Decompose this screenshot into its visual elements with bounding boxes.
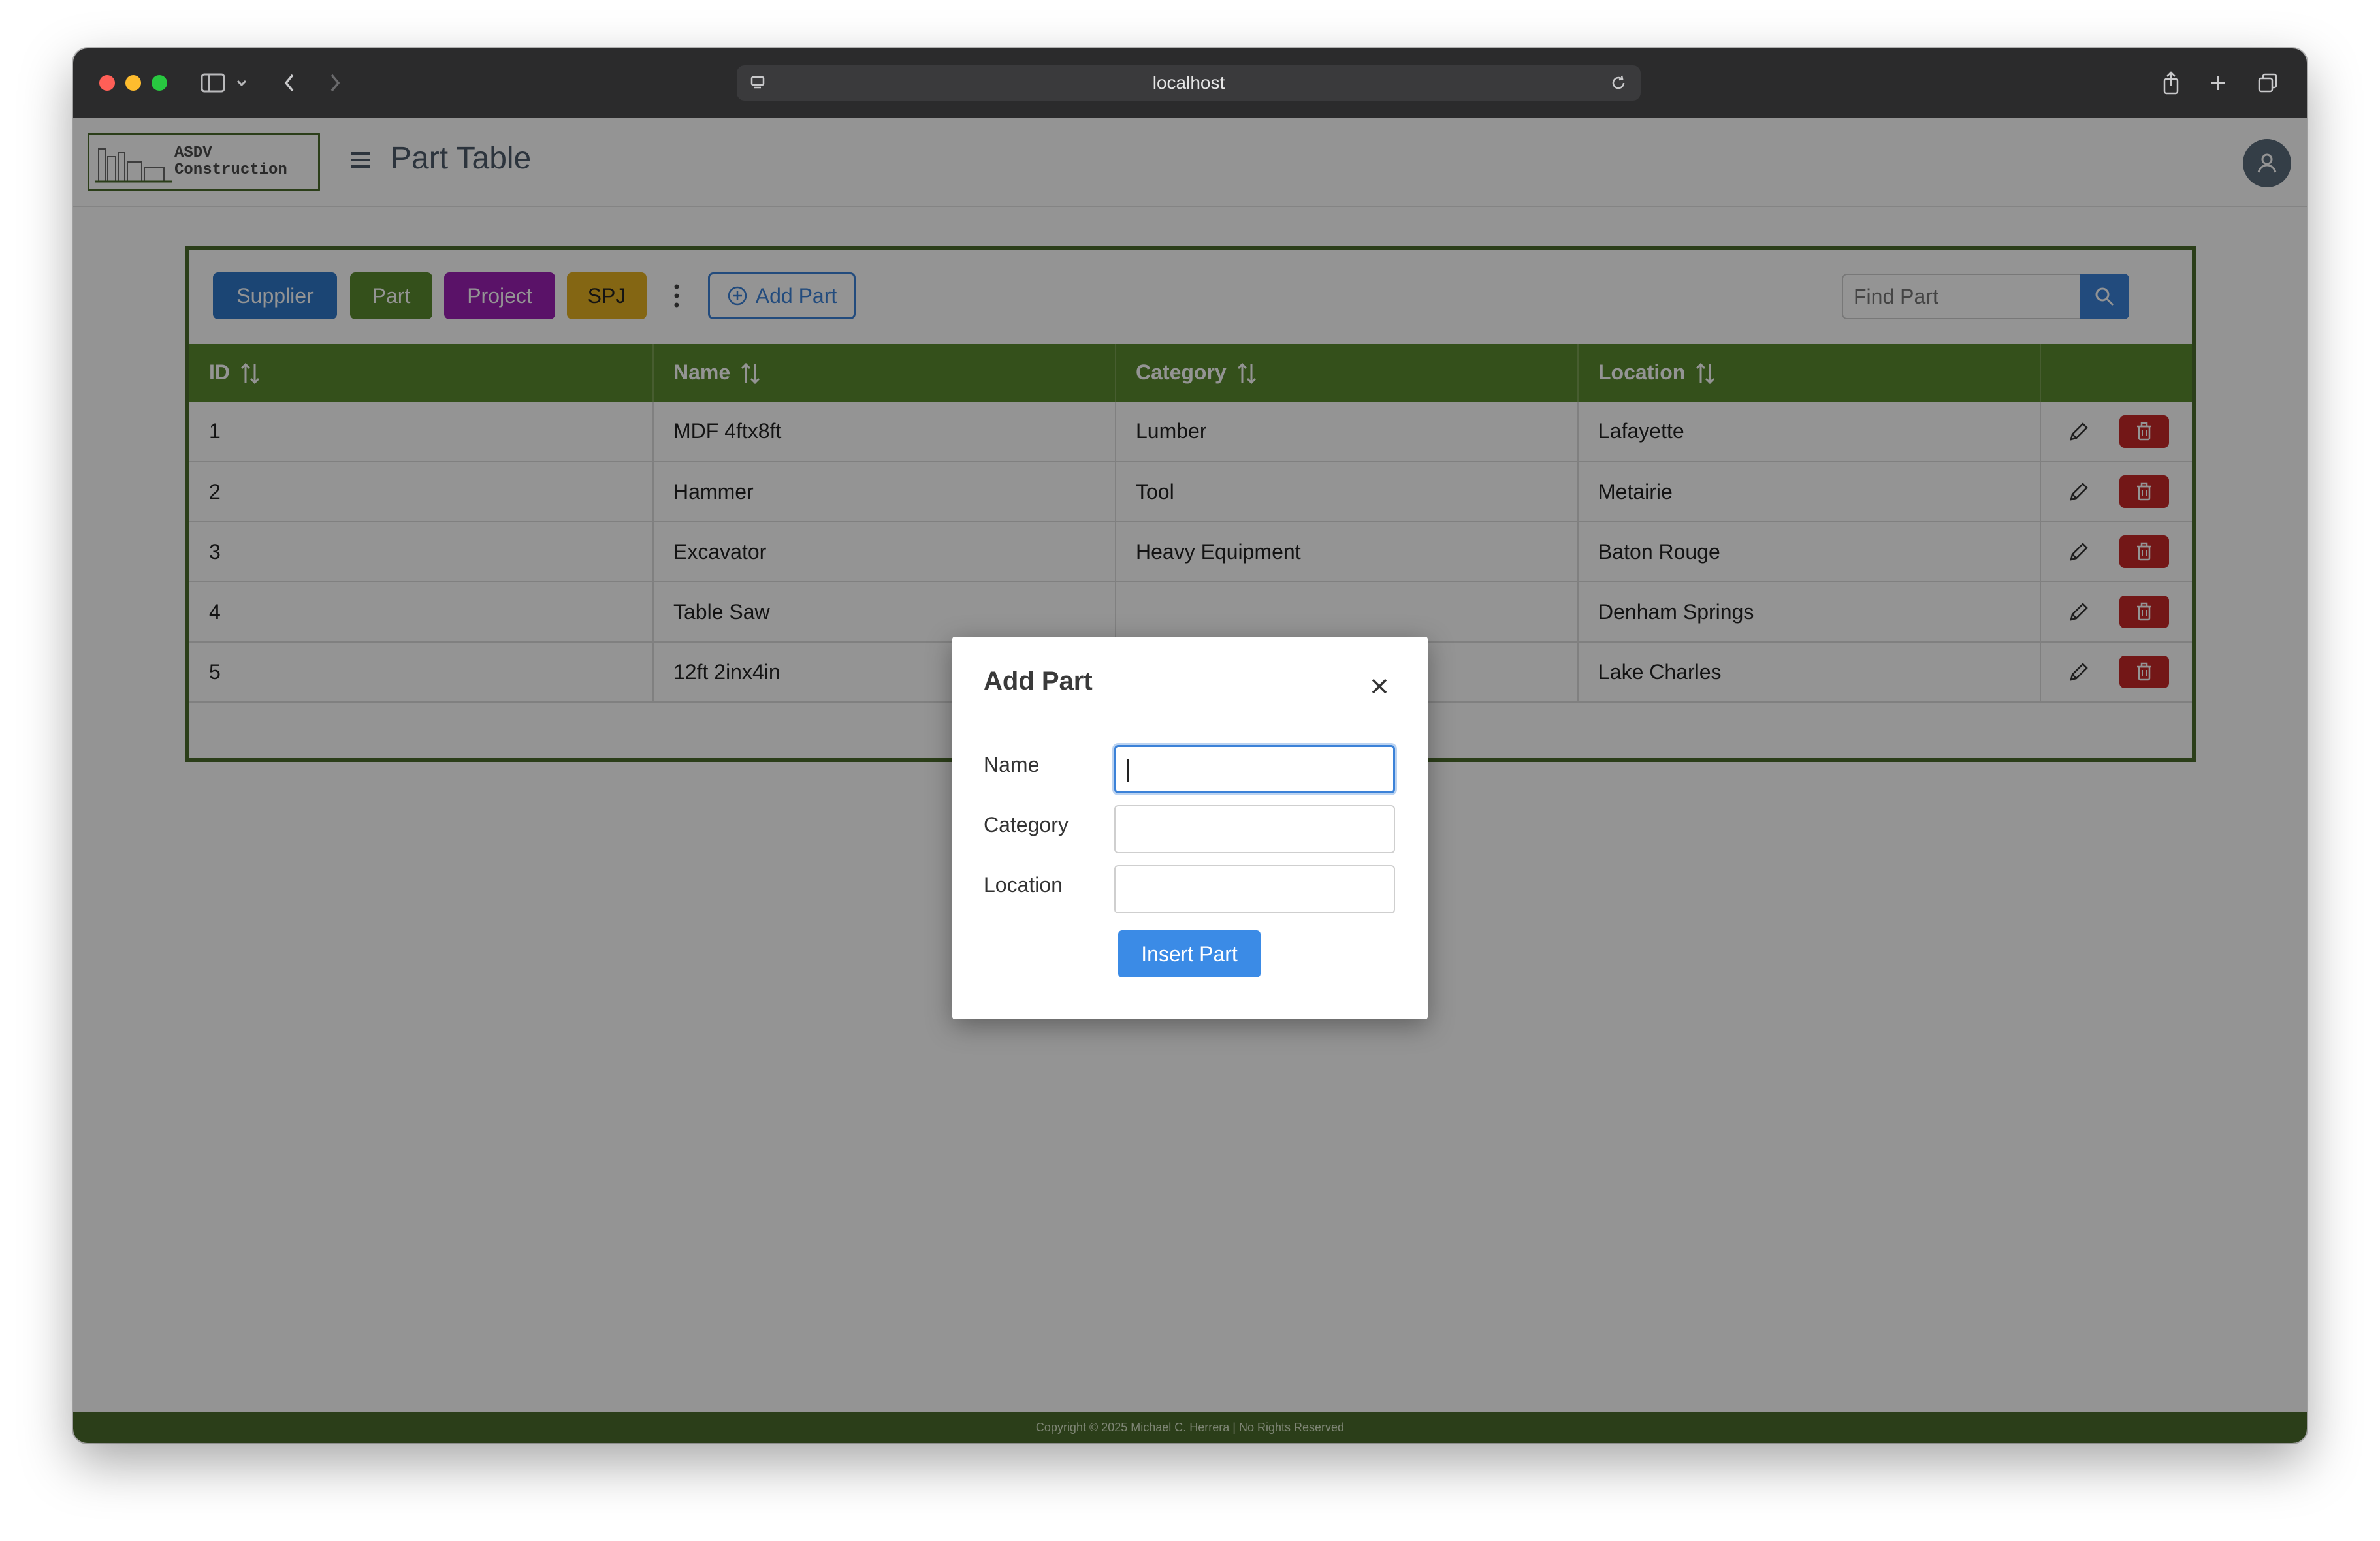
zoom-window-button[interactable] bbox=[152, 75, 167, 91]
location-label: Location bbox=[984, 873, 1063, 897]
name-field[interactable] bbox=[1114, 745, 1395, 793]
close-icon[interactable] bbox=[1366, 673, 1392, 699]
reload-icon[interactable] bbox=[1605, 68, 1632, 98]
browser-toolbar: localhost bbox=[73, 48, 2307, 119]
insert-part-button[interactable]: Insert Part bbox=[1118, 930, 1261, 977]
chevron-down-icon[interactable] bbox=[234, 68, 249, 98]
back-icon[interactable] bbox=[280, 68, 299, 98]
url-text: localhost bbox=[1152, 72, 1225, 93]
category-field[interactable] bbox=[1114, 805, 1395, 853]
add-part-modal: Add Part Name Category Location Insert P… bbox=[952, 637, 1428, 1019]
new-tab-icon[interactable] bbox=[2205, 68, 2231, 98]
sidebar-toggle-icon[interactable] bbox=[197, 68, 229, 98]
tab-overview-icon[interactable] bbox=[2255, 68, 2281, 98]
text-caret bbox=[1127, 759, 1129, 782]
page-content: ASDV Construction Part Table Supplier Pa… bbox=[73, 118, 2307, 1443]
browser-window: localhost ASDV Construction Part Table S… bbox=[73, 48, 2307, 1443]
address-bar[interactable]: localhost bbox=[737, 65, 1641, 101]
minimize-window-button[interactable] bbox=[125, 75, 141, 91]
share-icon[interactable] bbox=[2158, 68, 2184, 98]
category-label: Category bbox=[984, 813, 1069, 836]
modal-title: Add Part bbox=[984, 667, 1093, 695]
forward-icon[interactable] bbox=[325, 68, 345, 98]
close-window-button[interactable] bbox=[99, 75, 115, 91]
location-field[interactable] bbox=[1114, 865, 1395, 913]
name-label: Name bbox=[984, 753, 1040, 776]
